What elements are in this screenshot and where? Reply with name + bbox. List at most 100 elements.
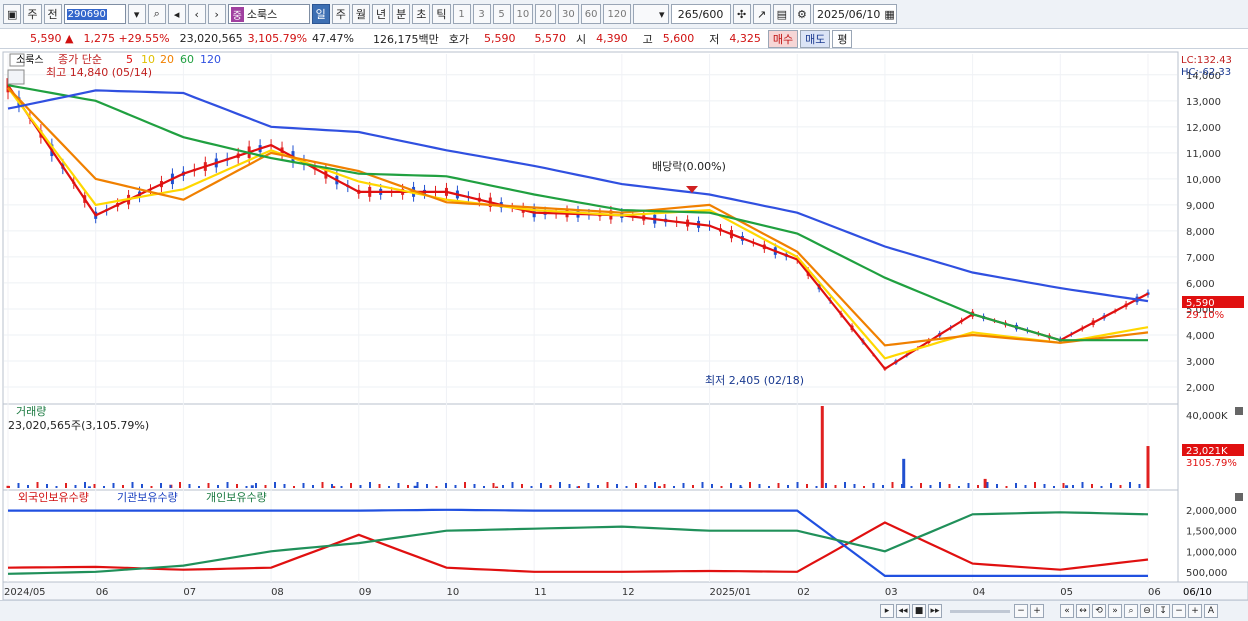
volume-bar: [131, 482, 134, 488]
date-field[interactable]: 2025/06/10 ▦: [812, 4, 897, 24]
high-price: 5,600: [662, 32, 695, 45]
holding-tick-label: 2,000,000: [1186, 506, 1237, 517]
volume-bar: [160, 483, 162, 488]
volume-bar: [891, 482, 894, 488]
zoom-out-icon[interactable]: −: [1014, 604, 1028, 618]
period-month[interactable]: 월: [351, 4, 371, 24]
calculator-icon[interactable]: [7, 69, 25, 85]
gear-icon[interactable]: ⚙: [792, 4, 811, 24]
scroll-right-icon[interactable]: ▸: [880, 604, 894, 618]
period-tick-label: 틱: [436, 8, 447, 21]
calendar-icon[interactable]: ▦: [884, 8, 894, 21]
interval-5[interactable]: 5: [492, 4, 511, 24]
speaker-icon[interactable]: ◂: [167, 4, 186, 24]
arrow-left-icon[interactable]: ‹: [187, 4, 206, 24]
code-input[interactable]: 290690: [63, 4, 126, 24]
fast-forward-icon[interactable]: ▸▸: [928, 604, 942, 618]
low-label: 저: [709, 32, 720, 46]
interval-60[interactable]: 60: [580, 4, 602, 24]
buy-button[interactable]: 매수: [767, 29, 799, 48]
volume-bar: [236, 484, 238, 488]
volume-bar: [1005, 486, 1008, 488]
volume-bar: [495, 486, 499, 488]
volume-bar: [853, 484, 856, 488]
sell-button[interactable]: 매도: [800, 29, 831, 48]
code-dropdown-icon[interactable]: ▾: [127, 4, 146, 24]
volume-bar: [616, 484, 618, 488]
stock-chart[interactable]: 2,0003,0004,0005,0006,0007,0008,0009,000…: [0, 50, 1248, 600]
volume-bar: [958, 486, 960, 488]
period-minute[interactable]: 분: [392, 4, 411, 24]
volume-bar: [657, 486, 661, 488]
period-month-label: 월: [355, 8, 367, 21]
bid-price: 5,570: [534, 32, 566, 45]
time-tick-label: 2025/01: [710, 587, 752, 598]
volume-bar: [511, 482, 514, 488]
page-count-field[interactable]: 265/600: [670, 4, 731, 24]
volume-bar: [625, 486, 628, 488]
window-icon[interactable]: ▣: [3, 4, 22, 24]
volume-bar: [413, 485, 417, 488]
arrow-right-icon[interactable]: ›: [207, 4, 226, 24]
volume-bar: [87, 486, 91, 488]
volume-bar: [245, 486, 248, 488]
eval-button[interactable]: 평: [832, 29, 853, 48]
volume-bar: [1138, 484, 1141, 488]
price-tick-label: 12,000: [1186, 123, 1221, 134]
volume-bar: [312, 485, 314, 488]
volume-bar: [749, 482, 751, 488]
stop-icon[interactable]: ■: [912, 604, 926, 618]
interval-20[interactable]: 20: [535, 4, 556, 24]
volume-bar: [559, 482, 561, 488]
volume-bar: [250, 485, 254, 488]
trade-amount: 126,175백만: [372, 32, 439, 46]
draw-tool-icon[interactable]: ↗: [752, 4, 771, 24]
volume-tag: 23,021K: [1186, 446, 1228, 457]
time-tick-label: 11: [534, 587, 547, 598]
period-tick[interactable]: 틱: [432, 4, 451, 24]
interval-120[interactable]: 120: [603, 4, 631, 24]
volume-bar: [777, 483, 780, 488]
magnify-icon[interactable]: ⌕: [1124, 604, 1138, 618]
chart-area: 2,000 3,000 4,000 5,000 6,000 7,000 8,000 9,000…: [0, 50, 1248, 621]
period-main-select[interactable]: 주: [23, 4, 42, 24]
rewind-icon[interactable]: ◂◂: [896, 604, 910, 618]
holding-panel-close-icon[interactable]: [1235, 493, 1243, 501]
interval-dropdown[interactable]: ▾: [632, 4, 669, 24]
interval-3[interactable]: 3: [472, 4, 491, 24]
expand-icon[interactable]: +: [1188, 604, 1202, 618]
prev-button[interactable]: 전: [43, 4, 62, 24]
font-size-icon[interactable]: A: [1204, 604, 1218, 618]
save-icon[interactable]: ▤: [772, 4, 791, 24]
interval-10[interactable]: 10: [512, 4, 534, 24]
volume-bar: [473, 484, 476, 488]
period-year[interactable]: 년: [372, 4, 391, 24]
time-tick-label: 02: [797, 587, 810, 598]
pan-left-icon[interactable]: «: [1060, 604, 1074, 618]
pan-right-icon[interactable]: »: [1108, 604, 1122, 618]
crosshair-icon[interactable]: ✣: [732, 4, 751, 24]
zoom-slider[interactable]: [950, 610, 1010, 613]
period-second[interactable]: 초: [412, 4, 431, 24]
reset-icon[interactable]: ⟲: [1092, 604, 1106, 618]
low-price: 4,325: [729, 32, 761, 45]
period-day[interactable]: 일: [311, 4, 330, 24]
period-week[interactable]: 주: [331, 4, 350, 24]
interval-30[interactable]: 30: [558, 4, 579, 24]
volume-bar: [1015, 483, 1017, 488]
shrink-icon[interactable]: ↧: [1156, 604, 1170, 618]
volume-bar: [730, 483, 732, 488]
volume-panel-close-icon[interactable]: [1235, 407, 1243, 415]
fit-icon[interactable]: ↔: [1076, 604, 1090, 618]
interval-1[interactable]: 1: [452, 4, 471, 24]
collapse-icon[interactable]: −: [1172, 604, 1186, 618]
volume-bar: [635, 483, 637, 488]
search-icon[interactable]: ⌕: [147, 4, 166, 24]
volume-bar: [1065, 485, 1069, 488]
volume-bar: [302, 483, 305, 488]
zoom-in-icon[interactable]: +: [1030, 604, 1044, 618]
magnify-minus-icon[interactable]: ⊖: [1140, 604, 1154, 618]
ask-label: 호가: [448, 32, 469, 46]
stock-name-field[interactable]: 중 소룩스: [227, 4, 310, 24]
stock-name: 소룩스: [246, 8, 278, 21]
